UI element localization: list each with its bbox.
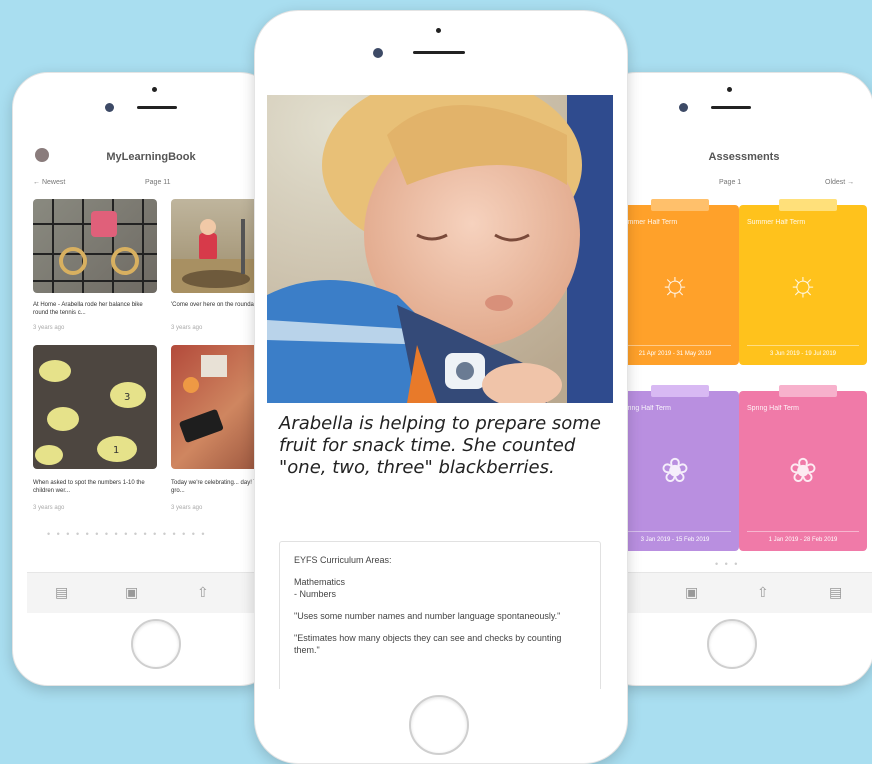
card-dates: 1 Jan 2019 - 28 Feb 2019 [747,531,859,543]
post-image-numbers[interactable]: 3 1 [33,345,157,469]
post-time: 3 years ago [171,505,203,511]
camera-icon[interactable]: ▣ [685,584,698,601]
post-image-bike[interactable] [33,199,157,293]
card-dates: 21 Apr 2019 - 31 May 2019 [619,345,731,357]
sun-icon: ☼ [787,265,819,303]
proximity-sensor [436,28,441,33]
tab-bar: ▤ ▣ ⇧ [27,572,275,613]
tab-bar: ▣ ⇧ ▤ [615,572,872,613]
observation-text: Arabella is helping to prepare some frui… [279,413,601,478]
curriculum-subarea: - Numbers [294,589,337,599]
front-camera [373,48,383,58]
home-button[interactable] [131,619,181,669]
clipboard-clip [779,199,837,211]
front-camera [679,103,688,112]
assessments-screen: Assessments Page 1 Oldest → Summer Half … [615,143,872,613]
home-button[interactable] [409,695,469,755]
page-indicator: Page 11 [145,179,171,186]
page-dots: • • • [715,559,740,569]
clipboard-clip [651,385,709,397]
flower-icon: ❀ [788,452,818,490]
clipboard-clip [651,199,709,211]
center-phone: Arabella is helping to prepare some frui… [254,10,628,764]
left-phone: MyLearningBook ← Newest Page 11 At Home … [12,72,276,686]
post-caption: When asked to spot the numbers 1-10 the … [33,480,145,494]
post-caption: At Home - Arabella rode her balance bike… [33,302,143,316]
observation-photo[interactable] [267,95,613,403]
card-dates: 3 Jun 2019 - 19 Jul 2019 [747,345,859,357]
card-title: Spring Half Term [747,405,800,412]
front-camera [105,103,114,112]
oldest-nav-link[interactable]: Oldest → [825,179,854,186]
proximity-sensor [727,87,732,92]
post-time: 3 years ago [33,325,65,331]
book-icon[interactable]: ▤ [55,584,68,601]
post-time: 3 years ago [171,325,203,331]
svg-text:3: 3 [124,392,130,403]
card-title: Summer Half Term [747,219,806,226]
curriculum-statement: "Estimates how many objects they can see… [294,633,562,655]
flower-icon: ❀ [660,452,690,490]
share-icon[interactable]: ⇧ [197,584,209,601]
curriculum-statement: "Uses some number names and number langu… [294,611,561,621]
page-dots: • • • • • • • • • • • • • • • • • [47,529,207,539]
sun-icon: ☼ [659,265,691,303]
page-indicator: Page 1 [719,179,742,186]
assessment-card[interactable]: Summer Half Term ☼ 3 Jun 2019 - 19 Jul 2… [739,199,867,365]
learningbook-screen: MyLearningBook ← Newest Page 11 At Home … [27,143,275,613]
curriculum-heading: EYFS Curriculum Areas: [294,555,392,565]
right-phone: Assessments Page 1 Oldest → Summer Half … [600,72,872,686]
assessment-card[interactable]: Spring Half Term ❀ 3 Jan 2019 - 15 Feb 2… [615,385,739,551]
earpiece-speaker [711,106,751,109]
earpiece-speaker [413,51,465,54]
post-time: 3 years ago [33,505,65,511]
earpiece-speaker [137,106,177,109]
svg-text:1: 1 [113,445,119,456]
app-title: Assessments [708,151,780,163]
newest-nav-link[interactable]: ← Newest [33,179,65,186]
curriculum-box: EYFS Curriculum Areas: Mathematics - Num… [279,541,601,689]
camera-icon[interactable]: ▣ [125,584,138,601]
proximity-sensor [152,87,157,92]
assessment-card[interactable]: Summer Half Term ☼ 21 Apr 2019 - 31 May … [615,199,739,365]
curriculum-area: Mathematics [294,577,346,587]
card-dates: 3 Jan 2019 - 15 Feb 2019 [619,531,731,543]
archive-icon[interactable]: ▤ [829,584,842,601]
share-icon[interactable]: ⇧ [757,584,769,601]
assessment-card[interactable]: Spring Half Term ❀ 1 Jan 2019 - 28 Feb 2… [739,385,867,551]
home-button[interactable] [707,619,757,669]
observation-screen: Arabella is helping to prepare some frui… [267,95,613,689]
clipboard-clip [779,385,837,397]
app-title: MyLearningBook [106,151,196,163]
